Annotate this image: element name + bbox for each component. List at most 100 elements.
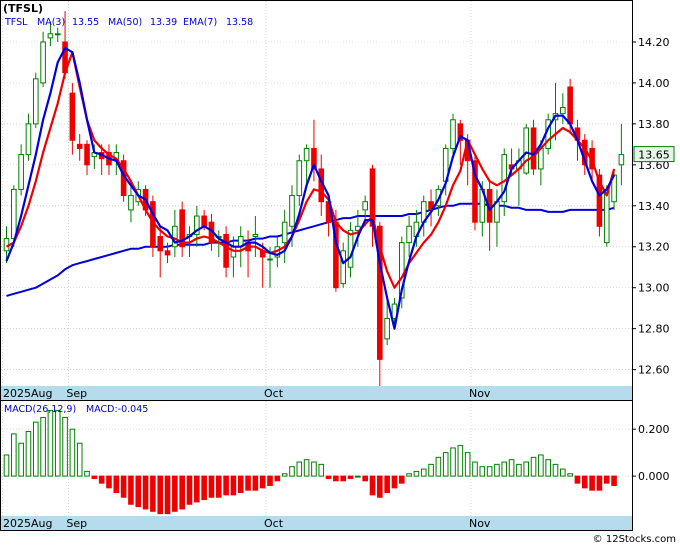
legend-ticker: TFSL xyxy=(4,17,28,28)
candle-body xyxy=(384,317,390,340)
macd-bar-positive xyxy=(355,475,361,478)
macd-bar-negative xyxy=(106,475,112,489)
last-price-tag: 13.65 xyxy=(633,146,675,163)
macd-bar-negative xyxy=(347,475,354,479)
macd-bar-positive xyxy=(11,433,17,477)
ticker-title: (TFSL) xyxy=(3,2,43,15)
macd-bar-positive xyxy=(281,473,288,477)
macd-bar-negative xyxy=(377,475,383,498)
macd-bar-positive xyxy=(420,468,427,477)
candle-body xyxy=(54,33,61,36)
macd-bar-positive xyxy=(318,463,325,477)
macd-bar-negative xyxy=(142,475,149,510)
candle-body xyxy=(450,119,456,149)
macd-bar-negative xyxy=(208,475,215,498)
candle-body xyxy=(296,160,303,197)
macd-axis: 0.200 0.000 xyxy=(632,423,670,483)
candle-body xyxy=(567,86,573,125)
macd-bar-negative xyxy=(325,475,332,479)
macd-bar-positive xyxy=(3,454,10,477)
candle-body xyxy=(289,195,295,227)
candle-body xyxy=(523,127,530,174)
macd-bar-negative xyxy=(120,475,127,498)
macd-bar-positive xyxy=(428,463,434,477)
macd-bar-negative xyxy=(186,475,193,505)
macd-bar-positive xyxy=(523,461,530,477)
macd-bar-negative xyxy=(611,475,617,486)
macd-bar-positive xyxy=(25,431,32,477)
price-date-label: Nov xyxy=(469,387,491,400)
macd-bar-negative xyxy=(230,475,237,496)
candle-body xyxy=(362,201,368,211)
macd-bar-positive xyxy=(40,416,46,477)
macd-bar-positive xyxy=(69,428,76,477)
macd-bar-negative xyxy=(369,475,376,496)
stock-chart: 2025Aug Sep Oct Nov 14.2014.0013.8013.6013.… xyxy=(0,0,676,545)
macd-bar-positive xyxy=(560,468,566,477)
candle-body xyxy=(128,195,134,211)
macd-bar-negative xyxy=(150,475,156,512)
candle-body xyxy=(252,233,259,238)
candle-body xyxy=(84,143,90,166)
macd-bar-positive xyxy=(18,442,24,477)
macd-bar-positive xyxy=(479,466,486,477)
candle-body xyxy=(281,221,288,244)
candle-body xyxy=(32,78,39,125)
macd-bar-positive xyxy=(406,473,412,477)
macd-bar-positive xyxy=(413,470,420,477)
macd-bar-negative xyxy=(223,475,229,496)
candle-body xyxy=(157,236,164,252)
price-tick-label: 14.20 xyxy=(638,36,670,49)
price-date-label: Oct xyxy=(264,387,284,400)
macd-bar-negative xyxy=(274,475,281,482)
macd-bar-positive xyxy=(32,421,39,477)
candle-body xyxy=(47,33,54,39)
macd-bar-positive xyxy=(457,445,464,477)
candle-body xyxy=(18,154,24,190)
macd-bar-negative xyxy=(113,475,120,494)
legend-ma3-label: MA(3) xyxy=(37,17,65,28)
macd-bar-negative xyxy=(179,475,185,510)
candle-down xyxy=(530,119,537,176)
macd-bar-positive xyxy=(472,461,478,477)
price-date-label: Sep xyxy=(66,387,87,400)
price-tick-label: 13.40 xyxy=(638,200,670,213)
macd-bar-positive xyxy=(47,409,54,477)
macd-bar-negative xyxy=(245,475,251,491)
candle-up xyxy=(523,123,530,176)
price-tick-label: 14.00 xyxy=(638,77,670,90)
candle-body xyxy=(69,92,76,141)
macd-bar-negative xyxy=(589,475,595,491)
candle-body xyxy=(223,233,229,268)
macd-bar-positive xyxy=(296,461,303,477)
macd-label: MACD(26,12,9) xyxy=(4,404,76,415)
macd-bar-negative xyxy=(603,475,610,484)
macd-bar-negative xyxy=(164,475,171,515)
price-date-band xyxy=(1,386,632,400)
macd-date-label: Sep xyxy=(66,517,87,530)
candle-body xyxy=(25,123,32,156)
legend-ma50-value: 13.39 xyxy=(150,17,177,28)
price-tick-label: 13.00 xyxy=(638,282,670,295)
macd-bar-negative xyxy=(398,475,405,484)
macd-bar-positive xyxy=(538,454,544,477)
price-tick-label: 12.80 xyxy=(638,323,670,336)
macd-bar-positive xyxy=(516,463,522,477)
legend-ema7-value: 13.58 xyxy=(226,17,253,28)
legend-ma3-value: 13.55 xyxy=(72,17,99,28)
price-tick-label: 13.80 xyxy=(638,118,670,131)
macd-bar-positive xyxy=(450,447,456,477)
legend-ema7-label: EMA(7) xyxy=(183,17,217,28)
macd-bar-positive xyxy=(530,456,537,477)
macd-bar-positive xyxy=(311,461,317,477)
macd-bar-negative xyxy=(333,475,339,482)
macd-bar-positive xyxy=(84,470,90,477)
macd-bar-positive xyxy=(545,459,551,477)
macd-bar-negative xyxy=(362,475,368,482)
macd-bar-positive xyxy=(464,452,471,477)
macd-date-label: Oct xyxy=(264,517,284,530)
macd-tick-label: 0.200 xyxy=(638,423,670,436)
macd-bar-positive xyxy=(54,409,61,477)
macd-bar-positive xyxy=(76,442,83,477)
candle-body xyxy=(530,127,537,170)
